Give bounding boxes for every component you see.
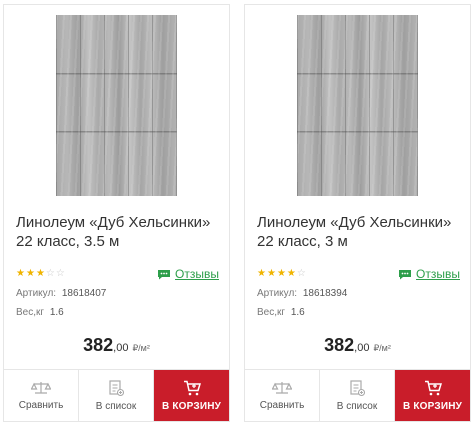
cart-label: В КОРЗИНУ — [402, 400, 463, 412]
sku-label: Артикул: — [16, 288, 57, 299]
sku-row: Артикул: 18618407 — [16, 288, 106, 299]
sku-label: Артикул: — [257, 288, 298, 299]
reviews-link[interactable]: Отзывы — [157, 267, 219, 281]
price: 382,00 ₽/м² — [4, 335, 229, 356]
star-filled-icon: ★ — [276, 268, 287, 279]
reviews-link[interactable]: Отзывы — [398, 267, 460, 281]
price-main: 382 — [83, 335, 114, 355]
weight-row: Вес,кг 1.6 — [16, 307, 64, 318]
star-filled-icon: ★ — [16, 268, 26, 279]
sku-value: 18618394 — [302, 288, 348, 299]
star-empty-icon: ☆ — [55, 268, 66, 279]
scales-icon — [272, 381, 292, 394]
chat-icon — [157, 269, 171, 280]
list-icon — [109, 379, 124, 396]
rating-stars: ★★★★☆ — [257, 268, 307, 279]
cart-label: В КОРЗИНУ — [161, 400, 222, 412]
weight-value: 1.6 — [290, 307, 305, 318]
rating-stars: ★★★☆☆ — [16, 268, 66, 279]
star-filled-icon: ★ — [35, 268, 46, 279]
cart-icon — [424, 380, 442, 395]
chat-icon — [398, 269, 412, 280]
cart-icon — [183, 380, 201, 395]
list-label: В список — [336, 400, 378, 412]
list-icon — [350, 379, 365, 396]
price-main: 382 — [324, 335, 355, 355]
star-filled-icon: ★ — [286, 268, 297, 279]
compare-label: Сравнить — [18, 399, 64, 411]
star-empty-icon: ☆ — [296, 268, 307, 279]
product-image[interactable] — [56, 15, 177, 196]
compare-button[interactable]: Сравнить — [245, 370, 320, 421]
weight-label: Вес,кг — [257, 307, 286, 318]
star-filled-icon: ★ — [25, 268, 36, 279]
scales-icon — [31, 381, 51, 394]
price-cents: ,00 — [113, 342, 129, 354]
weight-label: Вес,кг — [16, 307, 45, 318]
star-filled-icon: ★ — [266, 268, 277, 279]
product-title[interactable]: Линолеум «Дуб Хельсинки» 22 класс, 3.5 м — [16, 213, 221, 251]
product-image[interactable] — [297, 15, 418, 196]
product-title[interactable]: Линолеум «Дуб Хельсинки» 22 класс, 3 м — [257, 213, 462, 251]
add-to-cart-button[interactable]: В КОРЗИНУ — [395, 370, 470, 421]
star-filled-icon: ★ — [257, 268, 267, 279]
price-unit: ₽/м² — [132, 343, 150, 353]
card-actions: Сравнить В список В КОРЗИНУ — [245, 369, 470, 421]
price: 382,00 ₽/м² — [245, 335, 470, 356]
add-to-cart-button[interactable]: В КОРЗИНУ — [154, 370, 229, 421]
sku-row: Артикул: 18618394 — [257, 288, 347, 299]
product-card: Линолеум «Дуб Хельсинки» 22 класс, 3.5 м… — [3, 4, 230, 422]
product-card: Линолеум «Дуб Хельсинки» 22 класс, 3 м ★… — [244, 4, 471, 422]
list-label: В список — [95, 400, 137, 412]
sku-value: 18618407 — [61, 288, 107, 299]
add-to-list-button[interactable]: В список — [320, 370, 395, 421]
star-empty-icon: ☆ — [45, 268, 56, 279]
compare-label: Сравнить — [259, 399, 305, 411]
price-cents: ,00 — [354, 342, 370, 354]
add-to-list-button[interactable]: В список — [79, 370, 154, 421]
reviews-label: Отзывы — [416, 267, 460, 281]
weight-value: 1.6 — [49, 307, 64, 318]
card-actions: Сравнить В список В КОРЗИНУ — [4, 369, 229, 421]
price-unit: ₽/м² — [373, 343, 391, 353]
reviews-label: Отзывы — [175, 267, 219, 281]
weight-row: Вес,кг 1.6 — [257, 307, 305, 318]
compare-button[interactable]: Сравнить — [4, 370, 79, 421]
